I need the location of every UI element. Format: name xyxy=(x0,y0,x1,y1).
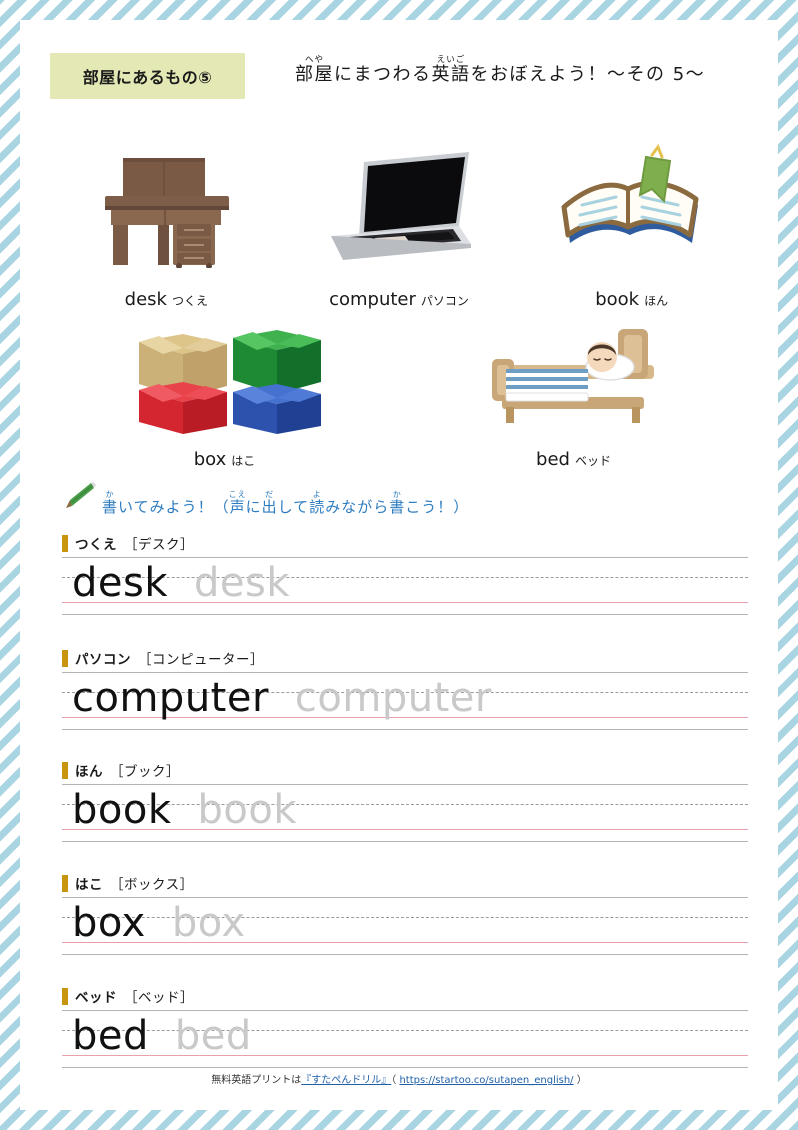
desk-icon xyxy=(50,125,283,283)
furigana-ka-2: か xyxy=(389,490,406,499)
practice-bracket-book: ［ブック］ xyxy=(110,764,180,780)
book-icon xyxy=(515,125,748,283)
practice-label-bed: ベッド ［ベッド］ xyxy=(62,986,748,1006)
writing-line-words-bed: bed bed xyxy=(72,1011,252,1055)
model-word-bed: bed xyxy=(72,1012,149,1059)
practice-kana-bed: ベッド xyxy=(75,990,117,1006)
vocab-caption-bed: bed ベッド xyxy=(536,449,611,470)
baseline-guide-line xyxy=(62,1055,748,1056)
page-title-part-eigo: 英語えいご xyxy=(431,55,471,85)
vocab-jp-bed: ベッド xyxy=(574,454,611,468)
trace-word-desk[interactable]: desk xyxy=(194,562,290,602)
practice-label-desk: つくえ ［デスク］ xyxy=(62,533,748,553)
laptop-icon xyxy=(283,125,516,283)
practice-block-bed: ベッド ［ベッド］ bed bed xyxy=(62,986,748,1068)
furigana-da: だ xyxy=(261,490,278,499)
vocab-card-book: book ほん xyxy=(515,125,748,310)
vocab-jp-box: はこ xyxy=(231,454,256,468)
pencil-icon xyxy=(62,482,96,517)
write-prompt-text: 書かいてみよう！（声こえに出だして読よみながら書かこう！） xyxy=(102,490,470,517)
marker-bar-icon xyxy=(62,761,68,779)
writing-line-words-box: box box xyxy=(72,898,246,942)
practice-label-box: はこ ［ボックス］ xyxy=(62,873,748,893)
model-word-box: box xyxy=(72,899,146,946)
writing-line-bed[interactable]: bed bed xyxy=(62,1010,748,1068)
writing-line-words-desk: desk desk xyxy=(72,558,290,602)
page-content-area: 部屋にあるもの⑤ 部屋へやにまつわる英語えいごをおぼえよう！～その 5～ des… xyxy=(20,20,778,1110)
writing-line-words-book: book book xyxy=(72,785,297,829)
practice-bracket-box: ［ボックス］ xyxy=(110,877,194,893)
furigana-ka-1: か xyxy=(102,490,118,499)
page-title-part-heya: 部屋へや xyxy=(295,55,334,85)
practice-bracket-desk: ［デスク］ xyxy=(124,537,194,553)
marker-bar-icon xyxy=(62,534,68,552)
write-prompt-dasu: 出だ xyxy=(261,490,278,517)
model-word-computer: computer xyxy=(72,674,269,721)
trace-word-box[interactable]: box xyxy=(172,902,246,942)
practice-block-desk: つくえ ［デスク］ desk desk xyxy=(62,533,748,615)
writing-line-desk[interactable]: desk desk xyxy=(62,557,748,615)
practice-block-box: はこ ［ボックス］ box box xyxy=(62,873,748,955)
practice-label-book: ほん ［ブック］ xyxy=(62,760,748,780)
write-prompt-yomu: 読よ xyxy=(309,490,326,517)
vocab-picture-row-1: desk つくえ computer パソコン book ほん xyxy=(50,125,748,310)
furigana-heya: へや xyxy=(295,55,334,65)
boxes-icon xyxy=(50,305,399,443)
bed-icon xyxy=(399,305,748,443)
write-prompt: 書かいてみよう！（声こえに出だして読よみながら書かこう！） xyxy=(62,482,469,517)
writing-line-computer[interactable]: computer computer xyxy=(62,672,748,730)
writing-line-box[interactable]: box box xyxy=(62,897,748,955)
furigana-eigo: えいご xyxy=(431,55,471,65)
footer-url[interactable]: https://startoo.co/sutapen_english/ xyxy=(399,1075,573,1086)
write-prompt-koe: 声こえ xyxy=(228,490,247,517)
write-prompt-kaku: 書か xyxy=(102,490,119,517)
furigana-koe: こえ xyxy=(228,490,247,499)
vocab-card-computer: computer パソコン xyxy=(283,125,516,310)
practice-block-book: ほん ［ブック］ book book xyxy=(62,760,748,842)
marker-bar-icon xyxy=(62,874,68,892)
section-ribbon-label: 部屋にあるもの⑤ xyxy=(82,68,213,87)
practice-block-computer: パソコン ［コンピューター］ computer computer xyxy=(62,648,748,730)
practice-kana-desk: つくえ xyxy=(75,537,117,553)
page-title-part-text1: にまつわる xyxy=(334,64,432,85)
page-striped-border: 部屋にあるもの⑤ 部屋へやにまつわる英語えいごをおぼえよう！～その 5～ des… xyxy=(0,0,798,1130)
trace-word-bed[interactable]: bed xyxy=(175,1015,252,1055)
practice-bracket-bed: ［ベッド］ xyxy=(124,990,194,1006)
writing-line-book[interactable]: book book xyxy=(62,784,748,842)
model-word-book: book xyxy=(72,786,172,833)
vocab-picture-row-2: box はこ bed ベッド xyxy=(50,305,748,470)
write-prompt-kaku-2: 書か xyxy=(389,490,406,517)
practice-label-computer: パソコン ［コンピューター］ xyxy=(62,648,748,668)
footer-prefix: 無料英語プリントは xyxy=(211,1075,302,1086)
writing-line-words-computer: computer computer xyxy=(72,673,492,717)
footer-paren-close: ） xyxy=(573,1075,587,1086)
practice-kana-box: はこ xyxy=(75,877,103,893)
page-title: 部屋へやにまつわる英語えいごをおぼえよう！～その 5～ xyxy=(295,55,705,86)
page-title-part-text2: をおぼえよう！～その 5～ xyxy=(470,64,706,85)
model-word-desk: desk xyxy=(72,559,169,606)
marker-bar-icon xyxy=(62,987,68,1005)
vocab-caption-box: box はこ xyxy=(194,449,256,470)
vocab-card-box: box はこ xyxy=(50,305,399,470)
trace-word-book[interactable]: book xyxy=(198,789,298,829)
practice-kana-book: ほん xyxy=(75,764,103,780)
vocab-card-desk: desk つくえ xyxy=(50,125,283,310)
vocab-en-box: box xyxy=(193,449,227,470)
vocab-card-bed: bed ベッド xyxy=(399,305,748,470)
section-ribbon: 部屋にあるもの⑤ xyxy=(50,53,245,99)
baseline-guide-line xyxy=(62,942,748,943)
marker-bar-icon xyxy=(62,649,68,667)
worksheet-header: 部屋にあるもの⑤ 部屋へやにまつわる英語えいごをおぼえよう！～その 5～ xyxy=(50,53,758,105)
footer-credit: 無料英語プリントは『すたぺんドリル』（ https://startoo.co/s… xyxy=(20,1071,778,1086)
practice-bracket-computer: ［コンピューター］ xyxy=(138,652,264,668)
footer-site-name[interactable]: 『すたぺんドリル』 xyxy=(301,1075,391,1086)
furigana-yo: よ xyxy=(309,490,326,499)
vocab-en-bed: bed xyxy=(536,449,570,470)
practice-kana-computer: パソコン xyxy=(75,652,131,668)
trace-word-computer[interactable]: computer xyxy=(295,677,492,717)
